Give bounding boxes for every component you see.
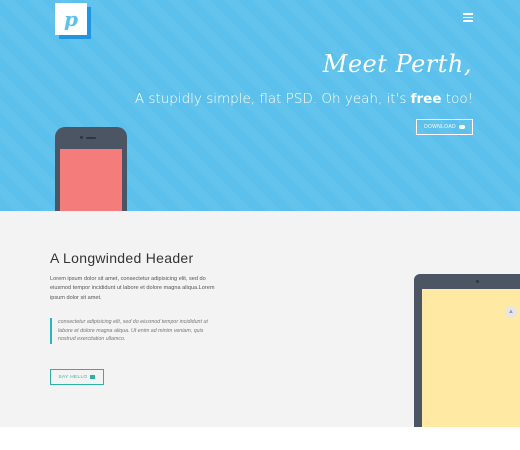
hero-section: p Meet Perth, A stupidly simple, flat PS… [0,0,520,211]
tablet-camera [476,280,479,283]
hero-subtitle-bold: free [410,91,442,107]
hamburger-menu-icon[interactable] [463,13,473,22]
say-hello-button[interactable]: SAY HELLO [50,369,104,385]
chevron-up-icon[interactable]: ▲ [505,306,517,318]
blockquote: consectetur adipisicing elit, sed do eiu… [50,318,218,344]
download-label: DOWNLOAD [424,124,456,130]
phone-camera [80,136,83,139]
cloud-download-icon [458,125,465,129]
content-section: A Longwinded Header Lorem ipsum dolor si… [0,211,520,427]
download-button[interactable]: DOWNLOAD [416,119,473,135]
hero-subtitle-start: A stupidly simple, flat PSD. Oh yeah, it… [134,91,411,107]
mail-icon [90,375,96,379]
phone-screen [60,149,122,211]
say-hello-label: SAY HELLO [58,374,88,380]
intro-paragraph: Lorem ipsum dolor sit amet, consectetur … [50,276,215,301]
phone-speaker [86,137,96,139]
phone-mockup [55,127,127,211]
hero-subtitle: A stupidly simple, flat PSD. Oh yeah, it… [135,91,473,107]
hero-title: Meet Perth, [322,50,472,78]
tablet-mockup [414,274,520,427]
hero-subtitle-end: too! [441,91,473,107]
logo[interactable]: p [55,3,87,35]
logo-letter: p [64,7,78,31]
section-header: A Longwinded Header [50,250,194,266]
